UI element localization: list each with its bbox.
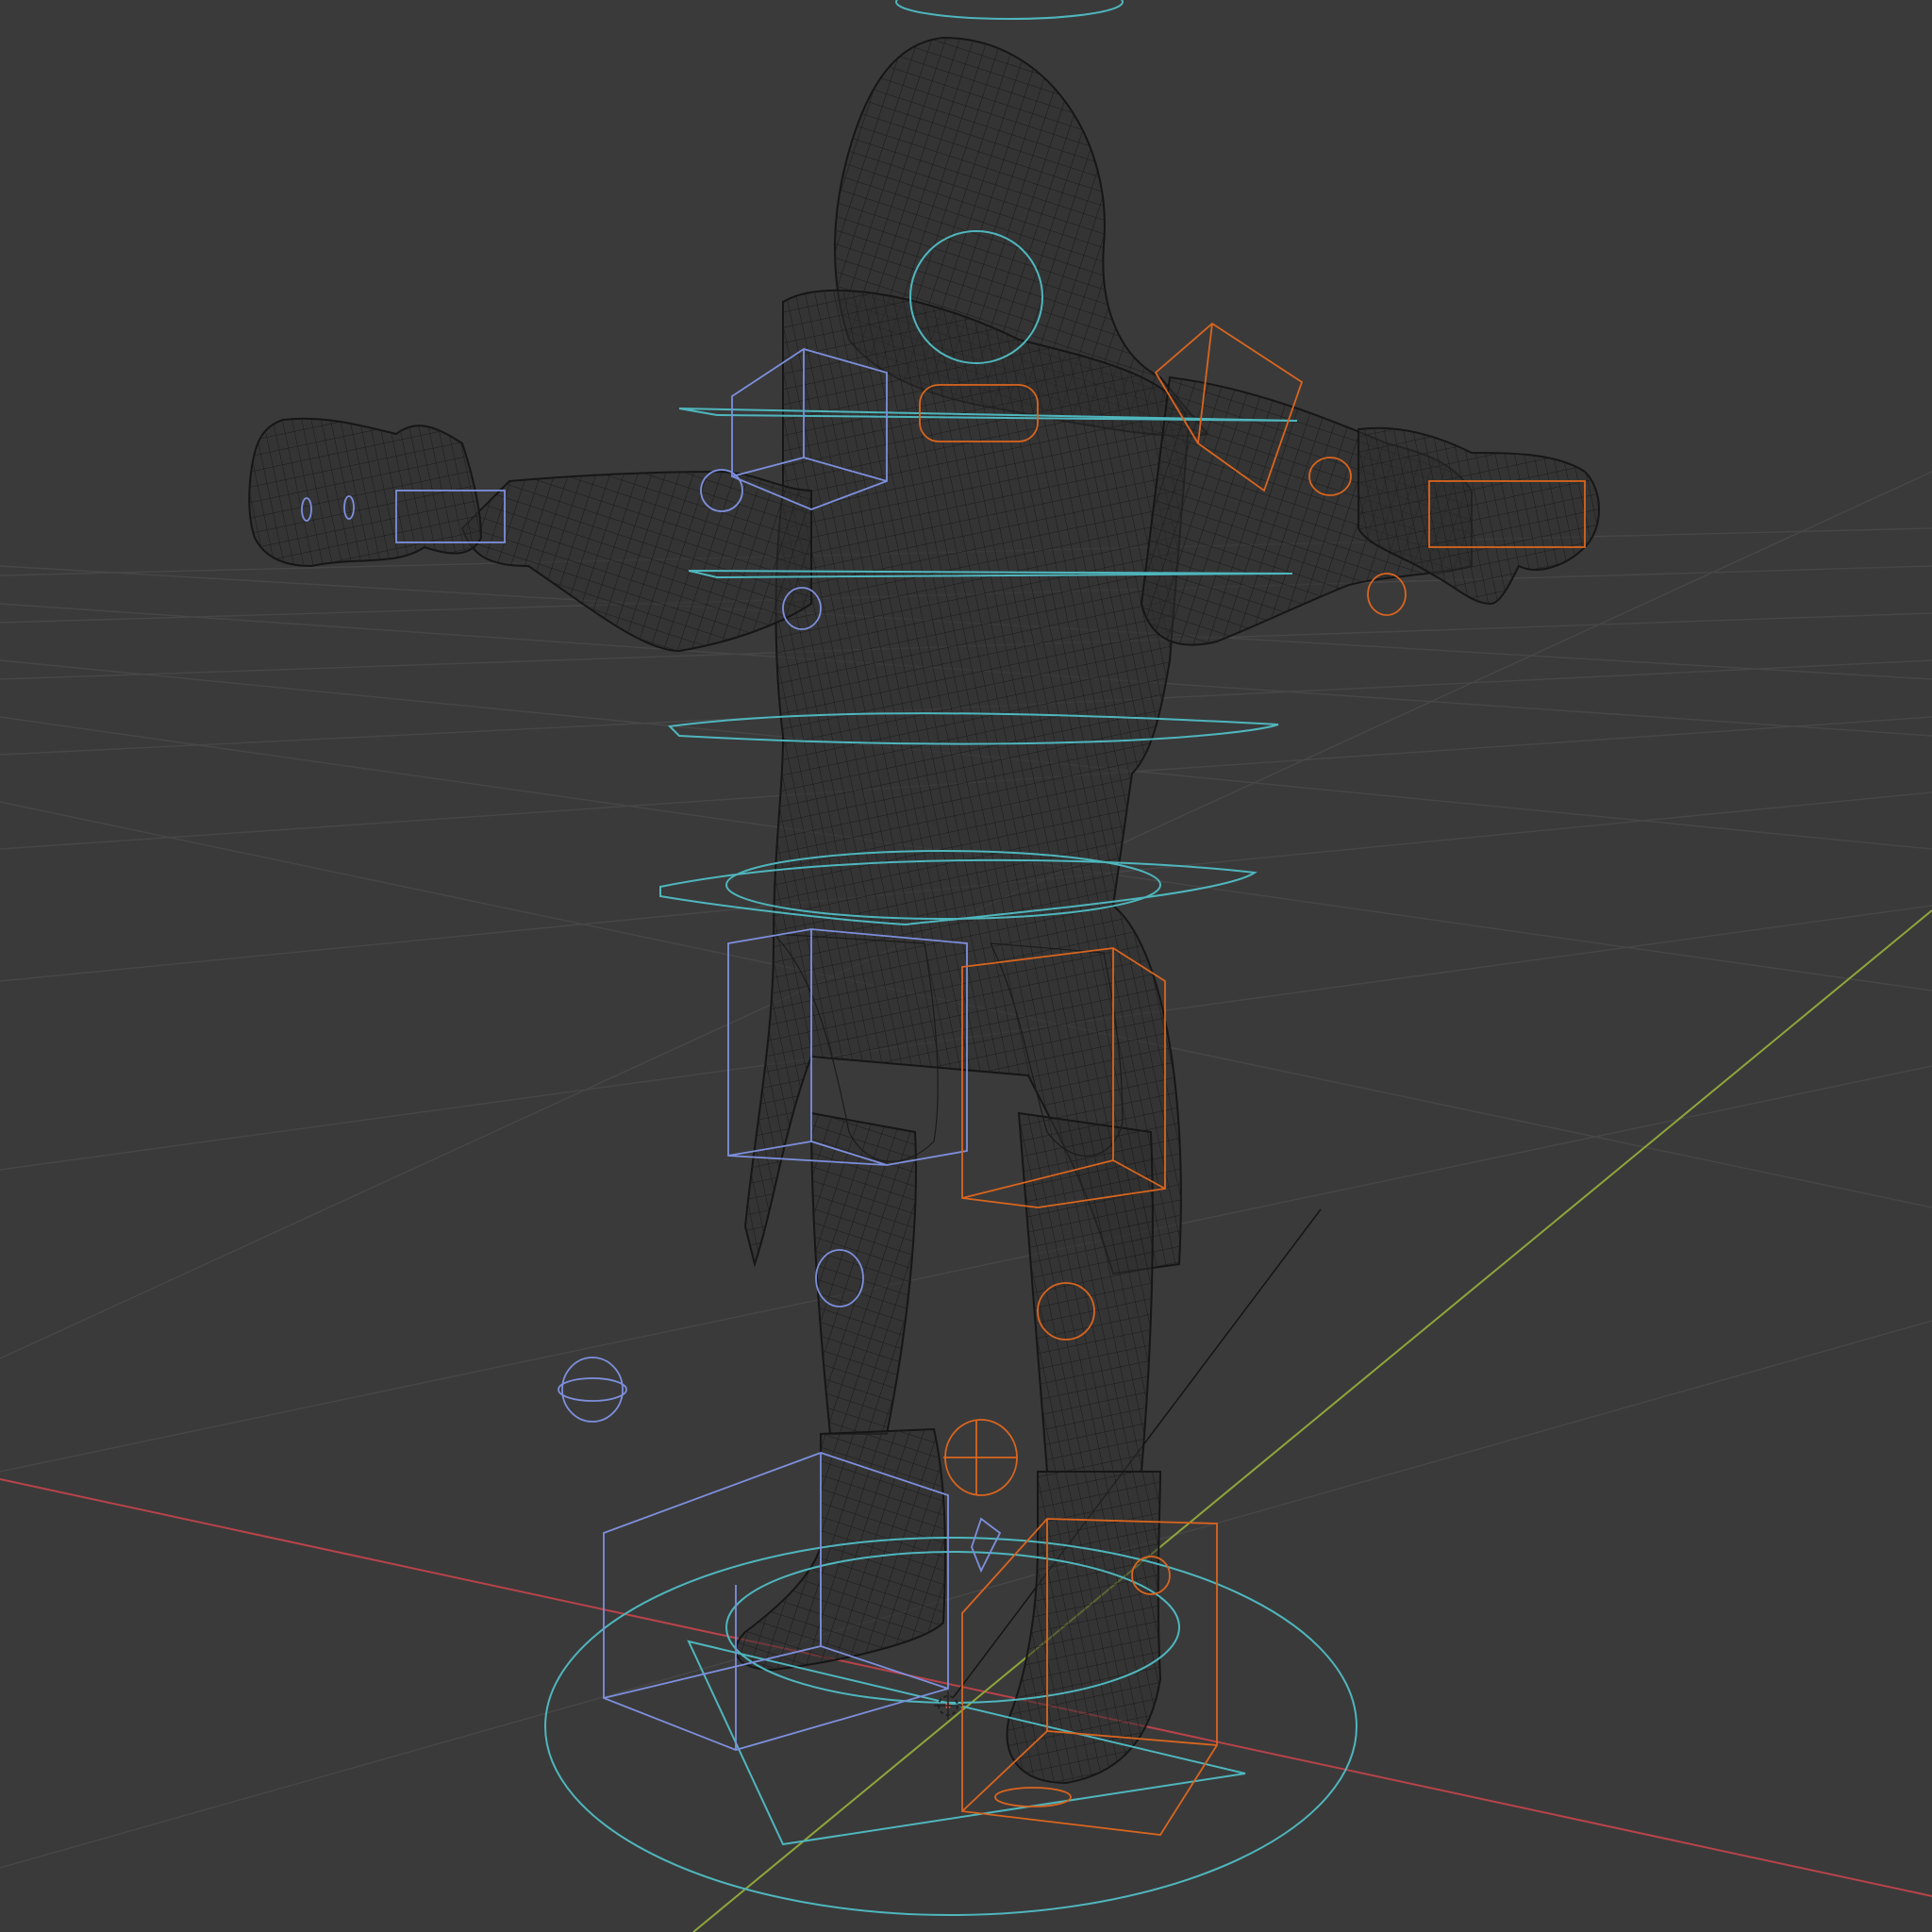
3d-cursor-icon[interactable] bbox=[934, 1691, 962, 1720]
character-mesh[interactable] bbox=[248, 36, 1600, 1785]
3d-viewport[interactable] bbox=[0, 0, 1932, 1932]
x-axis-line bbox=[0, 1478, 1932, 1897]
